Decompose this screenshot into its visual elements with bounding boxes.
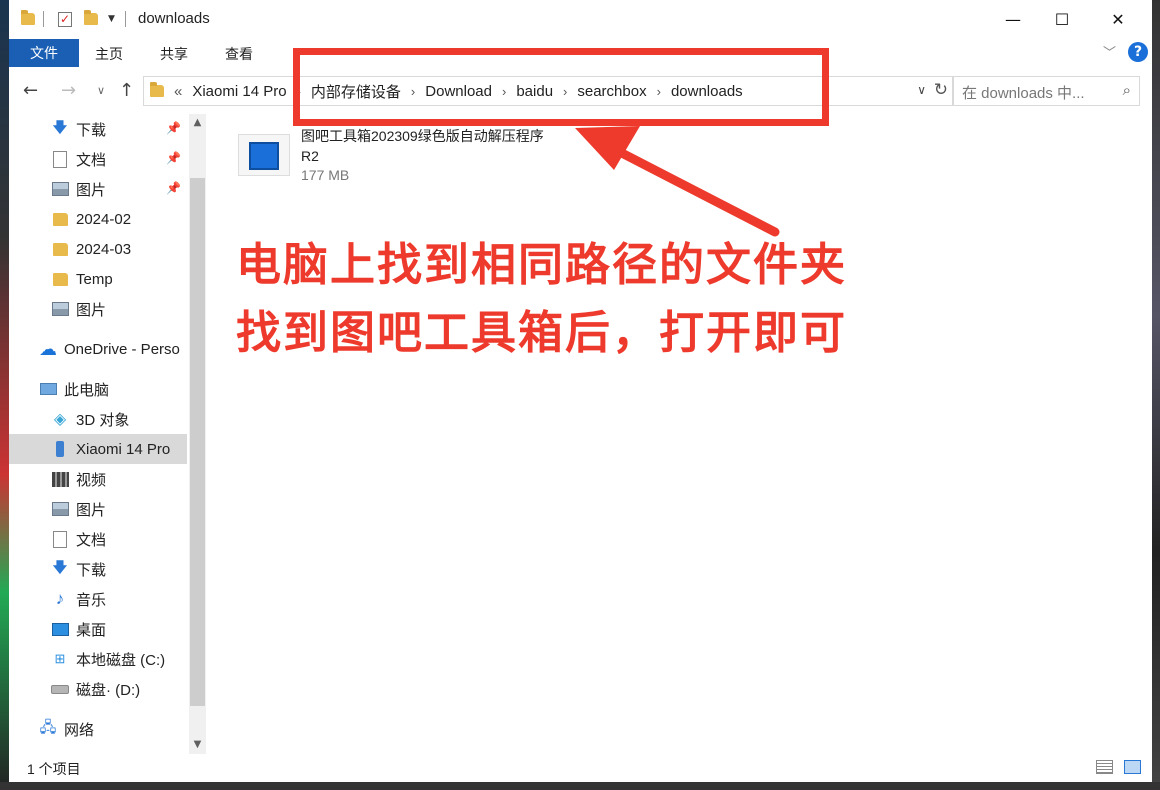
annotation-text-line2: 找到图吧工具箱后，打开即可 — [236, 306, 848, 359]
annotation-arrow-icon — [575, 126, 780, 237]
annotation-text-line1: 电脑上找到相同路径的文件夹 — [236, 238, 848, 291]
screen: ✓ ▼ downloads — ☐ ✕ 文件 主页 共享 查看 ﹀ ? ← → … — [0, 0, 1160, 790]
